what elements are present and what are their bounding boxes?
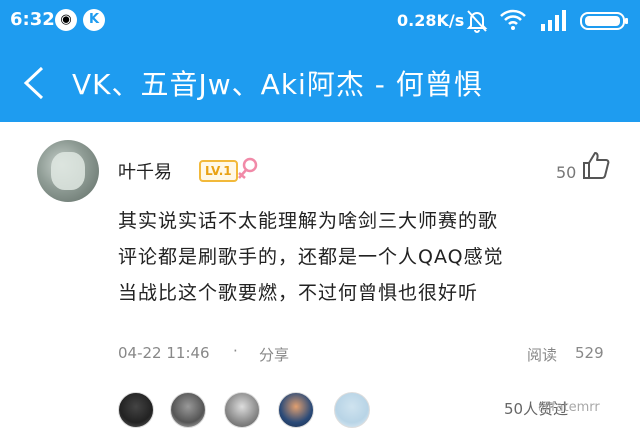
level-badge: LV.1: [199, 160, 238, 182]
comment-line: 当战比这个歌要燃，不过何曾惧也很好听: [118, 282, 479, 304]
comment-line: 评论都是刷歌手的，还都是一个人QAQ感觉: [118, 246, 504, 268]
share-button[interactable]: 分享: [259, 344, 289, 365]
avatar[interactable]: [37, 140, 99, 202]
liker-avatar[interactable]: [278, 392, 314, 428]
read-label: 阅读: [527, 346, 558, 364]
username[interactable]: 叶千易: [118, 158, 172, 184]
chevron-left-icon[interactable]: [22, 66, 46, 100]
wifi-icon: [500, 9, 526, 30]
female-icon: [238, 157, 258, 179]
meta-separator: ·: [233, 342, 238, 360]
status-bar: 6:32 ◉ K 0.28K/s: [0, 0, 640, 42]
network-speed: 0.28K/s: [397, 11, 465, 30]
title-bar: VK、五音Jw、Aki阿杰 - 何曾惧: [0, 42, 640, 122]
comment-date: 04-22 11:46: [118, 344, 210, 362]
avatar-image: [51, 152, 85, 190]
liker-avatar[interactable]: [224, 392, 260, 428]
status-time: 6:32: [10, 9, 55, 30]
battery-icon: [580, 12, 628, 30]
page-title: VK、五音Jw、Aki阿杰 - 何曾惧: [72, 68, 483, 101]
signal-icon: [541, 10, 566, 31]
comment-line: 其实说实话不太能理解为啥剑三大师赛的歌: [118, 210, 499, 232]
comment-card: 叶千易 LV.1 50 其实说实话不太能理解为啥剑三大师赛的歌 评论都是刷歌手的…: [0, 122, 640, 428]
comment-text: 其实说实话不太能理解为啥剑三大师赛的歌 评论都是刷歌手的，还都是一个人QAQ感觉…: [118, 203, 618, 311]
penguin-icon: ◉: [55, 9, 77, 31]
watermark: @fatemrr: [538, 400, 600, 415]
liker-avatar[interactable]: [170, 392, 206, 428]
k-badge-icon: K: [83, 9, 105, 31]
mute-bell-icon: [466, 10, 488, 33]
liker-avatar[interactable]: [118, 392, 154, 428]
thumbs-up-icon[interactable]: [582, 150, 610, 180]
liker-avatar[interactable]: [334, 392, 370, 428]
like-count: 50: [556, 163, 577, 182]
read-count: 529: [575, 344, 604, 362]
